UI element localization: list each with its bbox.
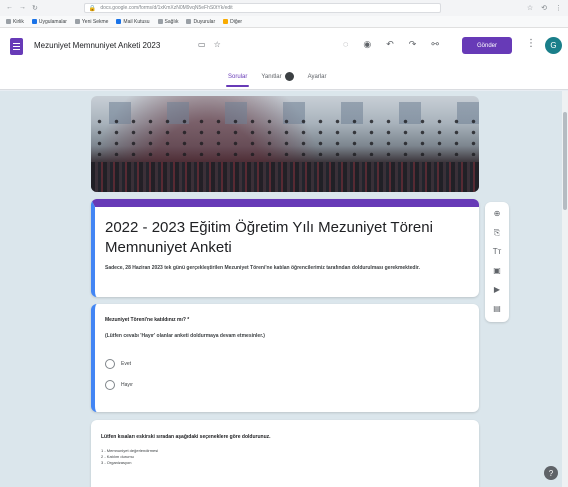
question-title[interactable]: Lütfen kısaları eskirski sıradan aşağıda… (101, 434, 271, 440)
header-tools: ◌ ◉ ↶ ↷ ⚯ (343, 39, 439, 50)
address-bar[interactable]: 🔒 docs.google.com/forms/d/1xKmXzN0M9vqN5… (83, 3, 441, 13)
bookmark-label: Yeni Sekme (81, 18, 109, 25)
bookmark-label: Duyurular (193, 18, 216, 25)
radio-button[interactable] (105, 359, 115, 369)
undo-icon[interactable]: ↶ (386, 39, 394, 50)
folder-icon (223, 19, 229, 24)
account-avatar[interactable]: G (545, 37, 562, 54)
preview-eye-icon[interactable]: ◉ (363, 39, 371, 50)
bookmark-label: Mail Kutusu (123, 18, 150, 25)
form-title-card[interactable]: 2022 - 2023 Eğitim Öğretim Yılı Mezuniye… (91, 199, 479, 297)
back-icon[interactable]: ← (6, 4, 13, 12)
tab-settings[interactable]: Ayarlar (308, 72, 327, 87)
bookmark-item[interactable]: Sağlık (157, 18, 179, 25)
apps-icon (31, 19, 37, 24)
question-items-list: 1 - Memnuniyet değerlendirmesi 2 - Katıl… (101, 448, 158, 466)
history-icon[interactable]: ⟲ (541, 4, 547, 12)
browser-menu-icon[interactable]: ⋮ (555, 4, 562, 12)
bookmark-icon (157, 19, 163, 24)
forms-header: Mezuniyet Memnuniyet Anketi 2023 ▭ ☆ ◌ ◉… (0, 28, 568, 90)
import-questions-icon[interactable]: ⎘ (494, 227, 500, 238)
bookmark-label: Uygulamalar (38, 18, 67, 25)
floating-toolbar: ⊕ ⎘ Tт ▣ ▶ ▤ (485, 202, 509, 322)
bookmark-star-icon[interactable]: ☆ (527, 4, 533, 12)
bookmark-icon (186, 19, 192, 24)
tab-label: Sorular (228, 73, 248, 80)
option-hayir[interactable]: Hayır (105, 380, 133, 390)
bookmark-item[interactable]: Duyurular (186, 19, 215, 25)
reload-icon[interactable]: ↻ (32, 4, 38, 12)
bookmarks-bar: Kirlik Uygulamalar Yeni Sekme Mail Kutus… (0, 16, 568, 28)
add-question-icon[interactable]: ⊕ (494, 208, 501, 219)
form-title[interactable]: 2022 - 2023 Eğitim Öğretim Yılı Mezuniye… (105, 218, 475, 258)
add-video-icon[interactable]: ▶ (494, 284, 500, 295)
add-section-icon[interactable]: ▤ (493, 303, 501, 314)
form-tabs: Sorular Yanıtlar Ayarlar (225, 72, 327, 87)
radio-button[interactable] (105, 380, 115, 390)
mail-icon (116, 19, 122, 24)
redo-icon[interactable]: ↷ (409, 39, 417, 50)
question-description[interactable]: (Lütfen cevabı 'Hayır' olanlar anketi do… (105, 333, 265, 339)
bookmark-label: Kirlik (13, 18, 24, 25)
option-label: Hayır (121, 382, 133, 388)
scrollbar-thumb[interactable] (563, 112, 567, 210)
bookmark-item[interactable]: Uygulamalar (31, 18, 67, 25)
question-card-attendance[interactable]: Mezuniyet Töreni'ne katıldınız mı? * (Lü… (91, 304, 479, 412)
google-forms-logo-icon[interactable] (10, 38, 23, 55)
browser-toolbar: ← → ↻ 🔒 docs.google.com/forms/d/1xKmXzN0… (0, 0, 568, 16)
header-image-graduation (91, 96, 479, 192)
option-label: Evet (121, 361, 132, 367)
question-title[interactable]: Mezuniyet Töreni'ne katıldınız mı? * (105, 317, 189, 323)
question-card-ratings[interactable]: Lütfen kısaları eskirski sıradan aşağıda… (91, 420, 479, 487)
forward-icon[interactable]: → (19, 4, 26, 12)
bookmark-label: Sağlık (164, 18, 179, 25)
link-icon[interactable]: ⚯ (431, 39, 439, 50)
bookmark-icon (74, 19, 80, 24)
add-image-icon[interactable]: ▣ (493, 265, 501, 276)
tab-label: Ayarlar (307, 73, 327, 80)
lock-icon: 🔒 (88, 5, 97, 12)
url-text: docs.google.com/forms/d/1xKmXzN0M9vqN5eF… (100, 5, 233, 11)
option-evet[interactable]: Evet (105, 359, 131, 369)
banner-crowd (91, 162, 479, 192)
tab-responses[interactable]: Yanıtlar (261, 72, 294, 87)
tab-label: Yanıtlar (261, 73, 282, 80)
bookmark-label: Diğer (230, 18, 243, 25)
help-icon[interactable]: ? (544, 466, 558, 480)
bookmark-icon (6, 19, 11, 24)
more-options-icon[interactable]: ⋮ (526, 38, 536, 49)
bookmark-item[interactable]: Yeni Sekme (74, 18, 109, 25)
star-icon[interactable]: ☆ (214, 40, 221, 49)
palette-icon[interactable]: ◌ (343, 39, 348, 50)
bookmark-item[interactable]: Mail Kutusu (116, 18, 150, 25)
nav-buttons: ← → ↻ (6, 4, 38, 12)
list-item: 3 - Organizasyon (101, 460, 132, 465)
bookmark-item[interactable]: Diğer (223, 19, 242, 25)
browser-actions: ☆ ⟲ ⋮ (527, 4, 562, 12)
tab-questions[interactable]: Sorular (225, 72, 250, 87)
document-title[interactable]: Mezuniyet Memnuniyet Anketi 2023 (34, 41, 160, 50)
response-count-badge (284, 72, 294, 81)
bookmark-item[interactable]: Kirlik (6, 19, 24, 25)
send-button[interactable]: Gönder (462, 37, 512, 54)
form-description[interactable]: Sadece, 28 Haziran 2023 tek günü gerçekl… (105, 265, 465, 272)
add-title-icon[interactable]: Tт (493, 246, 502, 257)
title-actions: ▭ ☆ (198, 40, 221, 49)
move-to-folder-icon[interactable]: ▭ (198, 40, 206, 49)
banner-thrown-caps (91, 116, 479, 156)
